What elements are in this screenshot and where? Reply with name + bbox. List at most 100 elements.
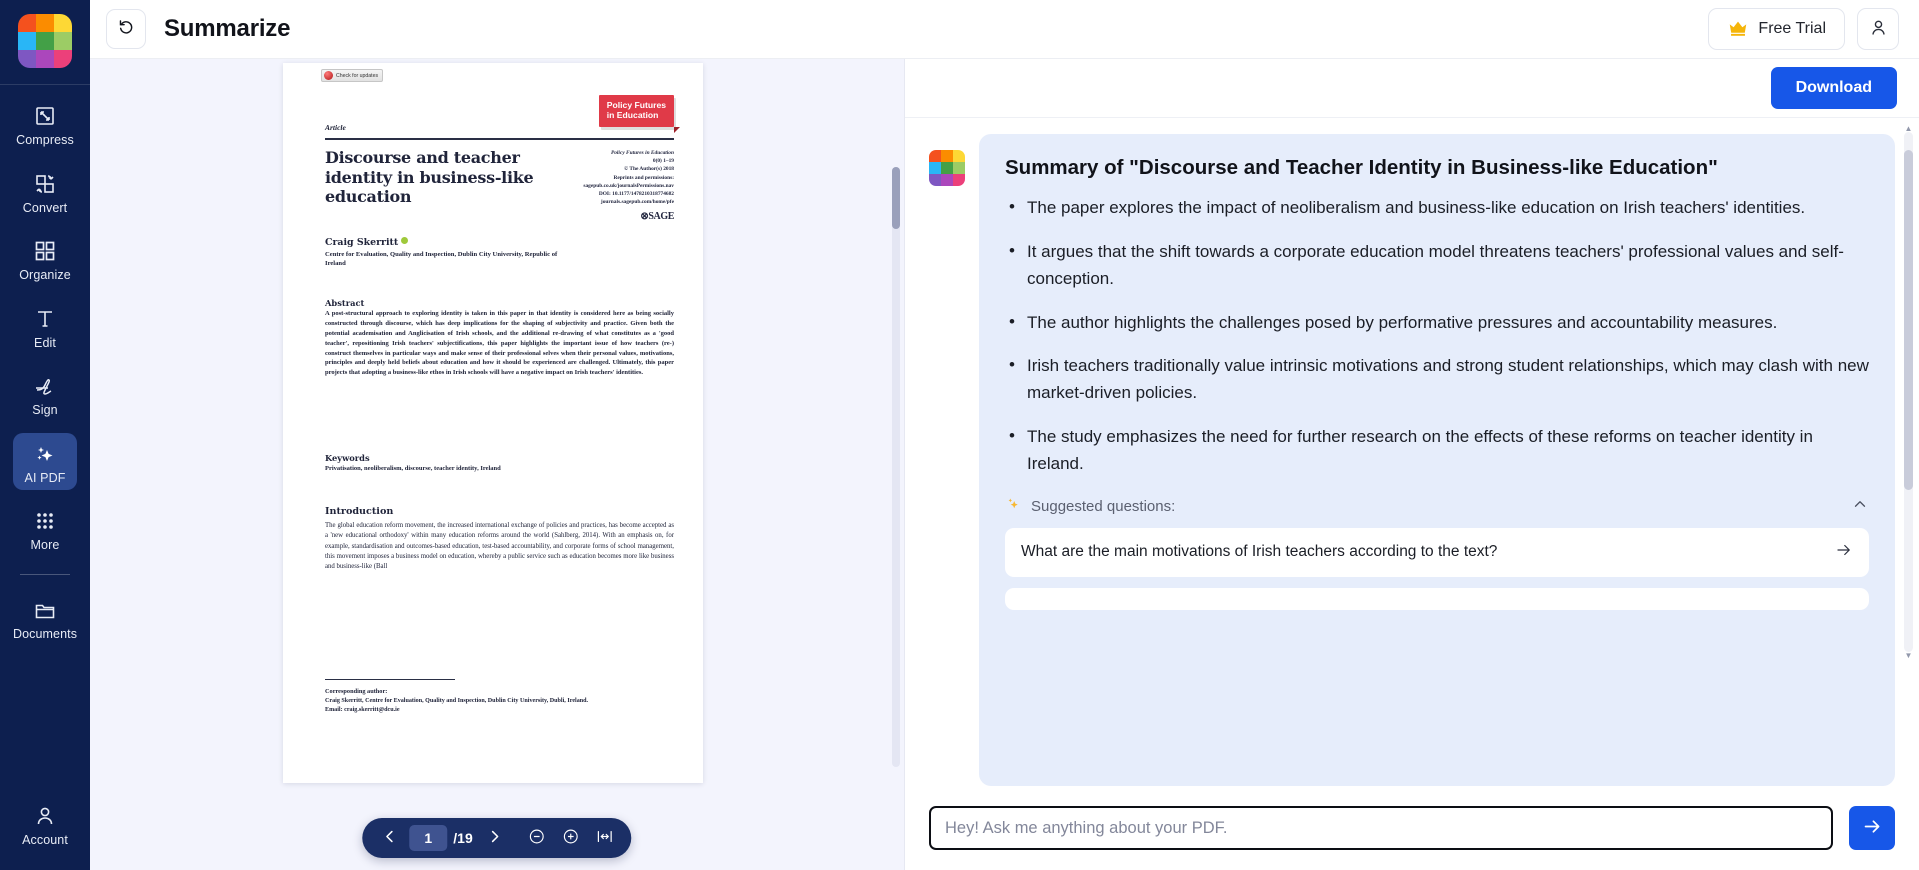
next-page-button[interactable] [481,824,509,852]
download-button[interactable]: Download [1770,67,1897,109]
scroll-down-arrow-icon[interactable]: ▼ [1904,651,1913,660]
check-updates-label: Check for updates [336,72,379,79]
sidebar-item-edit[interactable]: Edit [13,298,77,356]
app-root: Compress Convert Organize Edit Sign AI P… [0,0,1919,870]
corresponding-author-body: Craig Skerritt, Centre for Evaluation, Q… [325,697,674,715]
pdf-document-title: Discourse and teacher identity in busine… [325,148,534,207]
header-rule [325,138,674,140]
prev-page-button[interactable] [375,824,403,852]
chevron-left-icon [381,828,398,848]
total-pages-label: /19 [453,830,473,846]
summary-bullet: The paper explores the impact of neolibe… [1005,194,1869,222]
chat-input-bar [905,786,1919,870]
crown-icon [1727,17,1749,42]
fit-width-icon [596,828,613,848]
sidebar-item-sign[interactable]: Sign [13,365,77,423]
corresponding-author-heading: Corresponding author: [325,688,388,695]
sidebar-item-organize[interactable]: Organize [13,230,77,288]
suggested-question-item[interactable] [1005,587,1869,610]
compress-icon [32,103,58,129]
chevron-right-icon [486,828,503,848]
pdf-scrollbar-thumb[interactable] [892,167,900,229]
pdf-scroll-area[interactable]: Check for updates Policy Futures in Educ… [90,59,904,870]
journal-badge: Policy Futures in Education [598,95,681,133]
assistant-message: Summary of "Discourse and Teacher Identi… [929,134,1895,786]
ai-chat-pane: Download Summary of "Discourse and Teach… [905,59,1919,870]
pdf-scrollbar-track[interactable] [892,167,900,767]
chat-input[interactable] [929,806,1833,850]
abstract-heading: Abstract [325,298,365,308]
sidebar-item-label: Organize [19,268,71,282]
corresponding-email: Email: craig.skerritt@dcu.ie [325,707,400,714]
pdf-viewer-pane: Check for updates Policy Futures in Educ… [90,59,905,870]
pdf-affiliation: Centre for Evaluation, Quality and Inspe… [325,251,558,268]
sparkles-icon [1005,495,1022,517]
sidebar-item-ai-pdf[interactable]: AI PDF [13,432,77,490]
introduction-body: The global education reform movement, th… [325,522,674,571]
imprint-line: © The Author(s) 2018 [624,166,674,173]
journal-badge-line2: in Education [606,110,659,121]
content-body: Check for updates Policy Futures in Educ… [90,59,1919,870]
sidebar-item-convert[interactable]: Convert [13,163,77,221]
sidebar-item-account[interactable]: Account [13,795,77,853]
left-sidebar: Compress Convert Organize Edit Sign AI P… [0,0,90,870]
zoom-in-button[interactable] [557,824,585,852]
convert-icon [32,171,58,197]
sidebar-item-label: Edit [34,335,56,350]
imprint-line: Reprints and permissions: [613,174,674,181]
scroll-up-arrow-icon[interactable]: ▲ [1904,124,1913,133]
imprint-line: sagepub.co.uk/journalsPermissions.nav [583,182,674,189]
orcid-icon [401,237,409,244]
fit-width-button[interactable] [591,824,619,852]
keywords-heading: Keywords [325,453,370,463]
back-button[interactable] [106,9,146,49]
suggested-question-item[interactable]: What are the main motivations of Irish t… [1005,527,1869,577]
chat-messages[interactable]: Summary of "Discourse and Teacher Identi… [905,118,1919,786]
chevron-up-icon[interactable] [1851,495,1869,518]
top-bar-actions: Free Trial [1708,8,1899,50]
pdf-author-name: Craig Skerritt [325,237,399,248]
free-trial-button[interactable]: Free Trial [1708,8,1845,50]
summary-bullet: It argues that the shift towards a corpo… [1005,238,1869,293]
send-button[interactable] [1849,806,1895,850]
sidebar-item-more[interactable]: More [13,500,77,558]
pdf-toolbar: /19 [362,818,632,858]
article-label: Article [325,123,346,132]
zoom-out-button[interactable] [523,824,551,852]
pdf-scrollbar[interactable] [892,167,900,767]
sidebar-item-compress[interactable]: Compress [13,95,77,153]
sidebar-item-documents[interactable]: Documents [13,589,77,647]
footnote-rule [325,679,455,680]
user-icon [32,803,58,829]
chat-scrollbar-thumb[interactable] [1904,150,1913,490]
suggested-questions-label: Suggested questions: [1031,497,1176,515]
check-for-updates-badge: Check for updates [321,69,384,82]
journal-badge-line1: Policy Futures [606,100,666,110]
crossmark-icon [324,71,333,80]
arrow-right-icon [1862,816,1883,840]
sidebar-item-label: Sign [32,403,58,417]
suggested-question-text: What are the main motivations of Irish t… [1021,543,1498,561]
sidebar-divider-top [0,84,90,85]
grid-dots-icon [32,508,58,534]
sage-logo: ⊗SAGE [640,211,674,223]
introduction-heading: Introduction [325,506,394,517]
app-logo[interactable] [18,0,72,84]
sidebar-account-label: Account [22,832,68,847]
top-bar: Summarize Free Trial [90,0,1919,59]
sidebar-divider-mid [20,573,70,575]
organize-icon [32,238,58,264]
main-area: Summarize Free Trial Check for updates P… [90,0,1919,870]
page-number-input[interactable] [409,825,448,851]
sidebar-item-label: Convert [22,200,68,215]
imprint-line: 0(0) 1–19 [652,158,674,165]
edit-text-icon [32,306,58,332]
imprint-line: journals.sagepub.com/home/pfe [600,199,674,206]
chat-scrollbar[interactable]: ▲ ▼ [1904,124,1913,660]
sidebar-item-label: Compress [16,133,74,147]
pdf-page-1[interactable]: Check for updates Policy Futures in Educ… [283,63,703,783]
assistant-avatar [929,150,965,186]
suggested-questions-header[interactable]: Suggested questions: [1005,495,1869,518]
pdf-author: Craig Skerritt [325,237,409,248]
account-button[interactable] [1857,8,1899,50]
